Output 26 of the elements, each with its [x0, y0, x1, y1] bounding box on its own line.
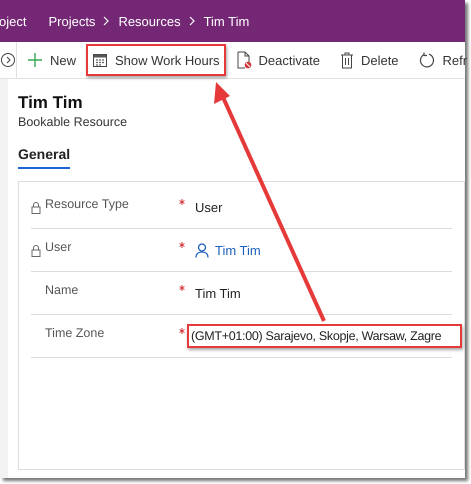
record-title: Tim Tim	[18, 93, 84, 113]
field-value: Tim Tim	[195, 286, 242, 300]
breadcrumb-link[interactable]: Tim Tim	[204, 14, 250, 28]
plus-icon	[27, 52, 43, 68]
toolbar-button[interactable]: Deactivate	[226, 46, 330, 74]
tab[interactable]: General	[18, 145, 70, 169]
field-value: (GMT+01:00) Sarajevo, Skopje, Warsaw, Zagre	[191, 329, 442, 343]
calendar-icon	[92, 52, 108, 68]
toolbar-button[interactable]: Show Work Hours	[88, 46, 224, 74]
entity-name: Bookable Resource	[18, 115, 128, 129]
toolbar-button[interactable]: Delete	[330, 46, 409, 74]
user-link[interactable]: Tim Tim	[195, 242, 452, 258]
person-icon	[195, 242, 209, 258]
refresh-icon	[418, 52, 436, 68]
trash-icon	[340, 52, 354, 68]
field-label: Resource Type	[45, 197, 130, 211]
expand-button[interactable]	[0, 42, 17, 78]
field-label: Time Zone	[45, 326, 106, 340]
field-label: User	[45, 240, 72, 254]
field-label: Name	[45, 283, 80, 297]
chevron-circle-icon	[0, 52, 16, 68]
toolbar-button[interactable]: New	[17, 46, 86, 74]
document-blocked-icon	[236, 51, 252, 69]
breadcrumb-link[interactable]: Resources	[118, 14, 181, 28]
field-value: User	[195, 200, 224, 214]
breadcrumb-link[interactable]: Projects	[48, 14, 96, 28]
